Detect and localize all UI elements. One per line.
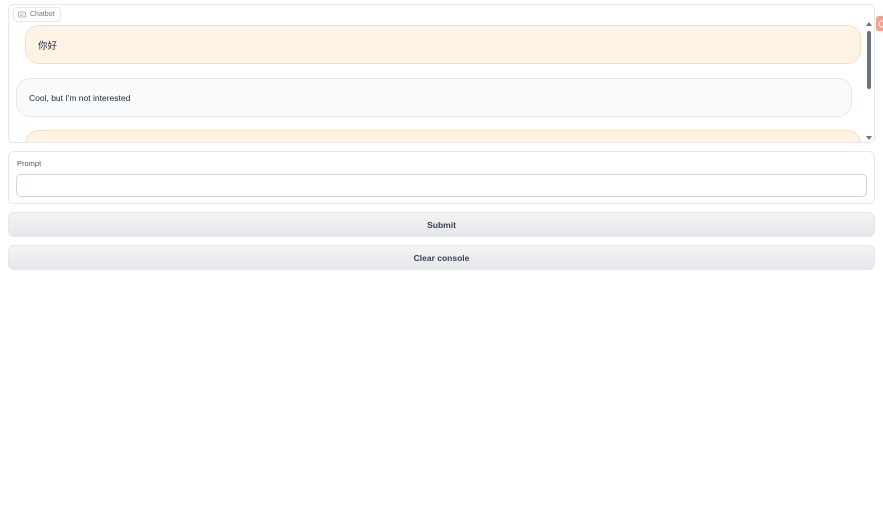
chat-scrollbar[interactable] bbox=[864, 19, 874, 141]
feedback-icon[interactable] bbox=[876, 16, 883, 31]
message-text: 你好 bbox=[38, 40, 58, 52]
submit-button[interactable]: Submit bbox=[8, 212, 875, 237]
prompt-block: Prompt bbox=[8, 151, 875, 204]
prompt-input[interactable] bbox=[16, 174, 867, 197]
message-text: Cool, but I'm not interested bbox=[29, 92, 131, 103]
prompt-label: Prompt bbox=[17, 159, 42, 168]
chatbot-panel: Chatbot 你好 Cool, but I'm not interested bbox=[8, 4, 875, 143]
user-message: 你好 bbox=[25, 25, 861, 64]
scroll-down-arrow[interactable] bbox=[866, 136, 872, 140]
chat-icon bbox=[18, 11, 26, 19]
user-message bbox=[25, 130, 861, 142]
scroll-up-arrow[interactable] bbox=[866, 22, 872, 26]
clear-console-button[interactable]: Clear console bbox=[8, 245, 875, 270]
chatbot-label-text: Chatbot bbox=[30, 11, 55, 18]
scroll-thumb[interactable] bbox=[867, 31, 871, 89]
bot-message: Cool, but I'm not interested bbox=[16, 78, 852, 117]
chatbot-label: Chatbot bbox=[13, 7, 61, 22]
